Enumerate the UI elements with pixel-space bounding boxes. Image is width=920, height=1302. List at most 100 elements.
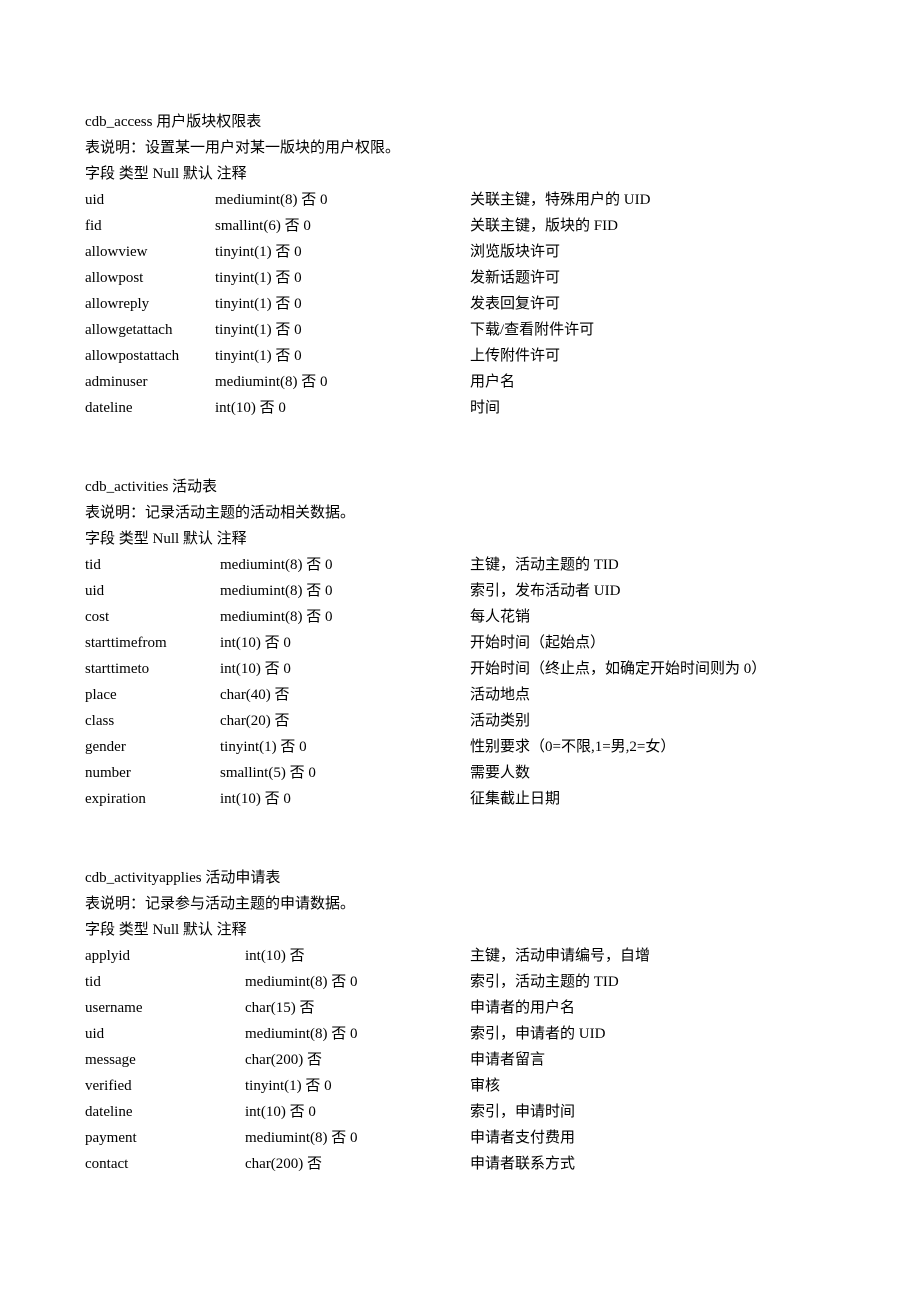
table-row: paymentmediumint(8) 否 0申请者支付费用 bbox=[85, 1126, 835, 1150]
field-type: mediumint(8) 否 0 bbox=[245, 970, 470, 994]
table-row: numbersmallint(5) 否 0需要人数 bbox=[85, 761, 835, 785]
table-section: cdb_activities 活动表表说明：记录活动主题的活动相关数据。字段 类… bbox=[85, 475, 835, 811]
field-type: int(10) 否 0 bbox=[220, 657, 470, 681]
field-type: mediumint(8) 否 0 bbox=[220, 605, 470, 629]
field-type: tinyint(1) 否 0 bbox=[215, 266, 470, 290]
field-type: int(10) 否 0 bbox=[215, 396, 470, 420]
table-row: datelineint(10) 否 0时间 bbox=[85, 396, 835, 420]
field-comment: 开始时间（终止点，如确定开始时间则为 0） bbox=[470, 657, 835, 681]
field-type: tinyint(1) 否 0 bbox=[220, 735, 470, 759]
table-row: allowposttinyint(1) 否 0发新话题许可 bbox=[85, 266, 835, 290]
table-row: allowreplytinyint(1) 否 0发表回复许可 bbox=[85, 292, 835, 316]
field-comment: 索引，申请时间 bbox=[470, 1100, 835, 1124]
field-name: allowreply bbox=[85, 292, 215, 316]
field-name: uid bbox=[85, 1022, 245, 1046]
table-title: cdb_access 用户版块权限表 bbox=[85, 110, 835, 134]
table-row: fidsmallint(6) 否 0关联主键，版块的 FID bbox=[85, 214, 835, 238]
field-name: allowgetattach bbox=[85, 318, 215, 342]
field-name: username bbox=[85, 996, 245, 1020]
table-row: datelineint(10) 否 0索引，申请时间 bbox=[85, 1100, 835, 1124]
table-description: 表说明：设置某一用户对某一版块的用户权限。 bbox=[85, 136, 835, 160]
table-row: allowviewtinyint(1) 否 0浏览版块许可 bbox=[85, 240, 835, 264]
field-name: verified bbox=[85, 1074, 245, 1098]
field-name: applyid bbox=[85, 944, 245, 968]
field-name: tid bbox=[85, 970, 245, 994]
field-comment: 发新话题许可 bbox=[470, 266, 835, 290]
table-description: 表说明：记录活动主题的活动相关数据。 bbox=[85, 501, 835, 525]
table-row: applyidint(10) 否主键，活动申请编号，自增 bbox=[85, 944, 835, 968]
table-row: tidmediumint(8) 否 0索引，活动主题的 TID bbox=[85, 970, 835, 994]
table-section: cdb_activityapplies 活动申请表表说明：记录参与活动主题的申请… bbox=[85, 866, 835, 1176]
field-name: allowpostattach bbox=[85, 344, 215, 368]
field-comment: 开始时间（起始点） bbox=[470, 631, 835, 655]
table-description: 表说明：记录参与活动主题的申请数据。 bbox=[85, 892, 835, 916]
field-name: allowpost bbox=[85, 266, 215, 290]
field-comment: 关联主键，特殊用户的 UID bbox=[470, 188, 835, 212]
table-row: contactchar(200) 否申请者联系方式 bbox=[85, 1152, 835, 1176]
table-title: cdb_activityapplies 活动申请表 bbox=[85, 866, 835, 890]
field-name: number bbox=[85, 761, 220, 785]
field-type: tinyint(1) 否 0 bbox=[215, 240, 470, 264]
table-row: starttimetoint(10) 否 0开始时间（终止点，如确定开始时间则为… bbox=[85, 657, 835, 681]
table-row: gendertinyint(1) 否 0性别要求（0=不限,1=男,2=女） bbox=[85, 735, 835, 759]
table-row: uidmediumint(8) 否 0索引，发布活动者 UID bbox=[85, 579, 835, 603]
field-type: mediumint(8) 否 0 bbox=[220, 553, 470, 577]
field-name: fid bbox=[85, 214, 215, 238]
field-type: smallint(5) 否 0 bbox=[220, 761, 470, 785]
field-comment: 索引，发布活动者 UID bbox=[470, 579, 835, 603]
table-row: allowgetattachtinyint(1) 否 0下载/查看附件许可 bbox=[85, 318, 835, 342]
field-type: tinyint(1) 否 0 bbox=[215, 344, 470, 368]
field-comment: 索引，活动主题的 TID bbox=[470, 970, 835, 994]
field-comment: 主键，活动申请编号，自增 bbox=[470, 944, 835, 968]
field-name: starttimefrom bbox=[85, 631, 220, 655]
table-title: cdb_activities 活动表 bbox=[85, 475, 835, 499]
field-type: tinyint(1) 否 0 bbox=[215, 292, 470, 316]
field-type: smallint(6) 否 0 bbox=[215, 214, 470, 238]
field-comment: 活动地点 bbox=[470, 683, 835, 707]
field-comment: 发表回复许可 bbox=[470, 292, 835, 316]
field-type: char(200) 否 bbox=[245, 1152, 470, 1176]
table-row: verifiedtinyint(1) 否 0审核 bbox=[85, 1074, 835, 1098]
field-name: starttimeto bbox=[85, 657, 220, 681]
field-name: place bbox=[85, 683, 220, 707]
field-type: mediumint(8) 否 0 bbox=[215, 370, 470, 394]
field-comment: 下载/查看附件许可 bbox=[470, 318, 835, 342]
field-type: char(20) 否 bbox=[220, 709, 470, 733]
table-row: classchar(20) 否活动类别 bbox=[85, 709, 835, 733]
field-name: cost bbox=[85, 605, 220, 629]
field-name: dateline bbox=[85, 1100, 245, 1124]
field-name: payment bbox=[85, 1126, 245, 1150]
field-name: uid bbox=[85, 579, 220, 603]
field-comment: 审核 bbox=[470, 1074, 835, 1098]
field-comment: 索引，申请者的 UID bbox=[470, 1022, 835, 1046]
field-comment: 用户名 bbox=[470, 370, 835, 394]
field-comment: 申请者留言 bbox=[470, 1048, 835, 1072]
table-row: allowpostattachtinyint(1) 否 0上传附件许可 bbox=[85, 344, 835, 368]
field-name: uid bbox=[85, 188, 215, 212]
table-row: placechar(40) 否活动地点 bbox=[85, 683, 835, 707]
field-type: mediumint(8) 否 0 bbox=[245, 1126, 470, 1150]
field-type: int(10) 否 0 bbox=[220, 787, 470, 811]
field-comment: 申请者联系方式 bbox=[470, 1152, 835, 1176]
field-comment: 时间 bbox=[470, 396, 835, 420]
field-type: mediumint(8) 否 0 bbox=[245, 1022, 470, 1046]
field-comment: 征集截止日期 bbox=[470, 787, 835, 811]
field-type: char(40) 否 bbox=[220, 683, 470, 707]
field-type: mediumint(8) 否 0 bbox=[215, 188, 470, 212]
field-comment: 关联主键，版块的 FID bbox=[470, 214, 835, 238]
field-type: int(10) 否 0 bbox=[220, 631, 470, 655]
table-row: tidmediumint(8) 否 0主键，活动主题的 TID bbox=[85, 553, 835, 577]
field-comment: 每人花销 bbox=[470, 605, 835, 629]
field-name: adminuser bbox=[85, 370, 215, 394]
field-type: int(10) 否 bbox=[245, 944, 470, 968]
field-comment: 活动类别 bbox=[470, 709, 835, 733]
field-type: mediumint(8) 否 0 bbox=[220, 579, 470, 603]
field-type: char(200) 否 bbox=[245, 1048, 470, 1072]
field-comment: 性别要求（0=不限,1=男,2=女） bbox=[470, 735, 835, 759]
table-row: expirationint(10) 否 0征集截止日期 bbox=[85, 787, 835, 811]
field-name: gender bbox=[85, 735, 220, 759]
field-type: int(10) 否 0 bbox=[245, 1100, 470, 1124]
field-type: tinyint(1) 否 0 bbox=[215, 318, 470, 342]
field-name: dateline bbox=[85, 396, 215, 420]
document-content: cdb_access 用户版块权限表表说明：设置某一用户对某一版块的用户权限。字… bbox=[85, 110, 835, 1176]
